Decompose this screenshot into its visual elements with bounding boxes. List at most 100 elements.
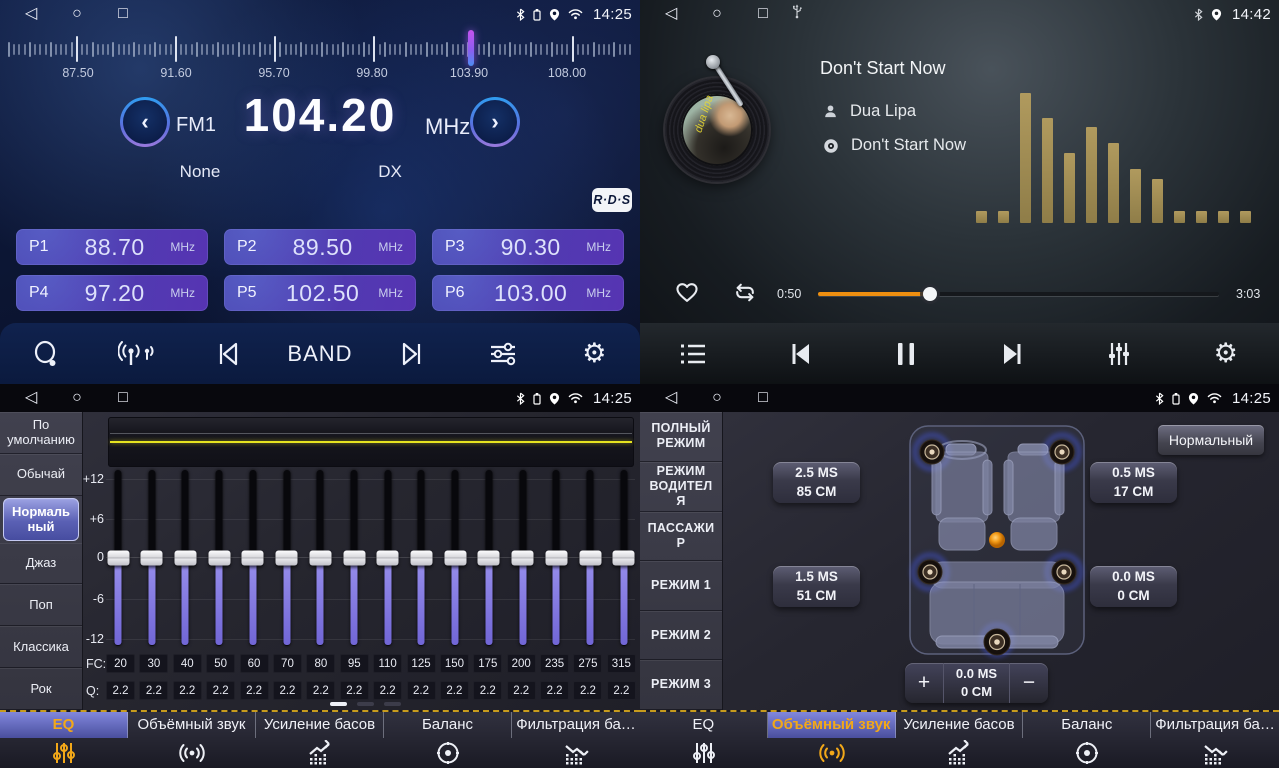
preset-p2[interactable]: P289.50MHz <box>224 229 416 265</box>
eq-preset-jazz[interactable]: Джаз <box>0 543 82 585</box>
mode-3[interactable]: РЕЖИМ 3 <box>640 660 722 710</box>
fc-value[interactable]: 80 <box>306 654 335 673</box>
back-icon[interactable]: ◁ <box>8 0 54 28</box>
q-value[interactable]: 2.2 <box>306 681 335 700</box>
favorite-heart-icon[interactable] <box>674 280 700 309</box>
settings-gear-icon[interactable]: ⚙ <box>1194 332 1258 376</box>
eq-preset-classic[interactable]: Классика <box>0 626 82 668</box>
recents-icon[interactable]: □ <box>740 0 786 28</box>
tune-up-button[interactable]: › <box>470 97 520 147</box>
repeat-icon[interactable] <box>730 280 760 310</box>
eq-band-slider[interactable] <box>544 470 568 646</box>
home-icon[interactable]: ○ <box>54 384 100 412</box>
eq-band-slider[interactable] <box>443 470 467 646</box>
recents-icon[interactable]: □ <box>100 384 146 412</box>
back-icon[interactable]: ◁ <box>648 384 694 412</box>
home-icon[interactable]: ○ <box>694 0 740 28</box>
previous-station-icon[interactable] <box>196 332 260 376</box>
audio-settings-icon[interactable] <box>471 332 535 376</box>
q-value[interactable]: 2.2 <box>373 681 402 700</box>
recents-icon[interactable]: □ <box>100 0 146 28</box>
back-icon[interactable]: ◁ <box>648 0 694 28</box>
rear-left-delay-button[interactable]: 1.5 MS51 CM <box>773 566 860 607</box>
settings-gear-icon[interactable]: ⚙ <box>562 332 626 376</box>
tab-surround[interactable]: Объёмный звук <box>128 712 256 768</box>
rear-right-delay-button[interactable]: 0.0 MS0 CM <box>1090 566 1177 607</box>
fc-value[interactable]: 60 <box>240 654 269 673</box>
fc-value[interactable]: 50 <box>206 654 235 673</box>
eq-preset-normal-selected[interactable]: Нормальный <box>3 498 79 541</box>
eq-band-slider[interactable] <box>612 470 636 646</box>
eq-band-slider[interactable] <box>477 470 501 646</box>
eq-band-slider[interactable] <box>106 470 130 646</box>
tab-balance[interactable]: Баланс <box>384 712 512 768</box>
previous-track-icon[interactable] <box>768 332 832 376</box>
eq-band-slider[interactable] <box>578 470 602 646</box>
front-right-delay-button[interactable]: 0.5 MS17 CM <box>1090 462 1177 503</box>
fc-value[interactable]: 275 <box>573 654 602 673</box>
q-value[interactable]: 2.2 <box>540 681 569 700</box>
preset-p5[interactable]: P5102.50MHz <box>224 275 416 311</box>
tab-balance[interactable]: Баланс <box>1023 712 1151 768</box>
home-icon[interactable]: ○ <box>54 0 100 28</box>
q-value[interactable]: 2.2 <box>507 681 536 700</box>
tuner-dial[interactable] <box>8 34 632 64</box>
eq-band-slider[interactable] <box>308 470 332 646</box>
preset-p3[interactable]: P390.30MHz <box>432 229 624 265</box>
q-value[interactable]: 2.2 <box>440 681 469 700</box>
q-value[interactable]: 2.2 <box>173 681 202 700</box>
preset-p4[interactable]: P497.20MHz <box>16 275 208 311</box>
fc-value[interactable]: 40 <box>173 654 202 673</box>
playlist-icon[interactable] <box>661 332 725 376</box>
q-value[interactable]: 2.2 <box>607 681 636 700</box>
mode-passenger[interactable]: ПАССАЖИР <box>640 512 722 562</box>
tab-bass-boost[interactable]: Усиление басов <box>256 712 384 768</box>
front-left-delay-button[interactable]: 2.5 MS85 CM <box>773 462 860 503</box>
q-value[interactable]: 2.2 <box>273 681 302 700</box>
eq-band-slider[interactable] <box>173 470 197 646</box>
eq-band-slider[interactable] <box>140 470 164 646</box>
surround-preset-badge[interactable]: Нормальный <box>1158 425 1264 455</box>
eq-preset-rock[interactable]: Рок <box>0 668 82 710</box>
next-track-icon[interactable] <box>981 332 1045 376</box>
back-icon[interactable]: ◁ <box>8 384 54 412</box>
fc-value[interactable]: 315 <box>607 654 636 673</box>
q-value[interactable]: 2.2 <box>473 681 502 700</box>
eq-band-slider[interactable] <box>376 470 400 646</box>
preset-p6[interactable]: P6103.00MHz <box>432 275 624 311</box>
eq-band-slider[interactable] <box>241 470 265 646</box>
delay-plus-button[interactable]: + <box>905 663 943 703</box>
eq-preset-default[interactable]: По умолчанию <box>0 412 82 454</box>
q-value[interactable]: 2.2 <box>206 681 235 700</box>
tune-down-button[interactable]: ‹ <box>120 97 170 147</box>
broadcast-icon[interactable] <box>105 332 169 376</box>
eq-band-slider[interactable] <box>207 470 231 646</box>
mode-driver[interactable]: РЕЖИМ ВОДИТЕЛЯ <box>640 462 722 512</box>
tab-subwoofer-filter[interactable]: Фильтрация ба… <box>1151 712 1279 768</box>
fc-value[interactable]: 20 <box>106 654 135 673</box>
fc-value[interactable]: 150 <box>440 654 469 673</box>
home-icon[interactable]: ○ <box>694 384 740 412</box>
q-value[interactable]: 2.2 <box>106 681 135 700</box>
fc-value[interactable]: 95 <box>340 654 369 673</box>
fc-value[interactable]: 30 <box>139 654 168 673</box>
eq-band-slider[interactable] <box>409 470 433 646</box>
delay-minus-button[interactable]: − <box>1010 663 1048 703</box>
eq-band-slider[interactable] <box>342 470 366 646</box>
q-value[interactable]: 2.2 <box>573 681 602 700</box>
eq-band-slider[interactable] <box>275 470 299 646</box>
progress-bar[interactable] <box>818 292 1219 296</box>
tab-subwoofer-filter[interactable]: Фильтрация ба… <box>512 712 640 768</box>
tab-bass-boost[interactable]: Усиление басов <box>896 712 1024 768</box>
tab-surround[interactable]: Объёмный звук <box>768 712 896 768</box>
q-value[interactable]: 2.2 <box>340 681 369 700</box>
mode-full[interactable]: ПОЛНЫЙ РЕЖИМ <box>640 412 722 462</box>
mode-1[interactable]: РЕЖИМ 1 <box>640 561 722 611</box>
fc-value[interactable]: 200 <box>507 654 536 673</box>
mode-2[interactable]: РЕЖИМ 2 <box>640 611 722 661</box>
equalizer-icon[interactable] <box>1087 332 1151 376</box>
q-value[interactable]: 2.2 <box>139 681 168 700</box>
recents-icon[interactable]: □ <box>740 384 786 412</box>
next-station-icon[interactable] <box>380 332 444 376</box>
eq-band-slider[interactable] <box>511 470 535 646</box>
